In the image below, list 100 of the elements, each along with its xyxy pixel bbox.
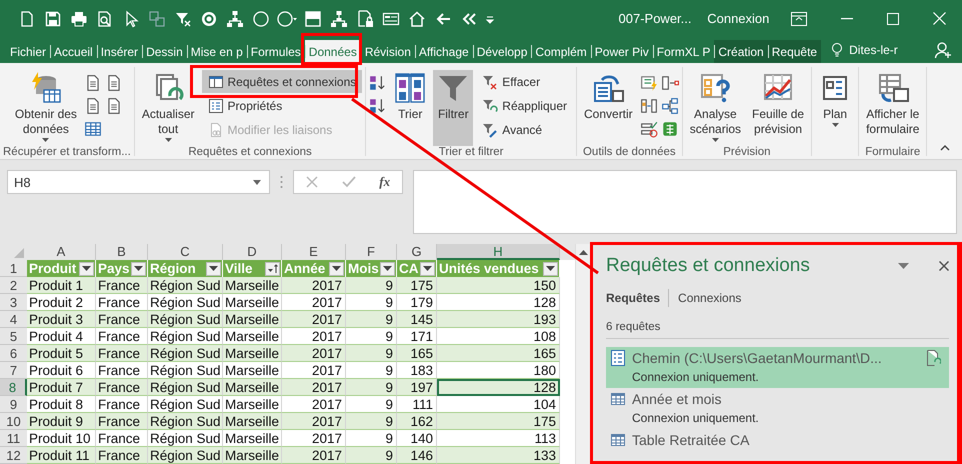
sort-filter-button[interactable] <box>265 262 280 276</box>
ribbon-button[interactable]: Effacer <box>476 70 573 93</box>
table-icon[interactable] <box>84 120 102 138</box>
ribbon-button[interactable]: Plan <box>815 70 856 146</box>
data-model-icon[interactable] <box>660 120 679 138</box>
column-header[interactable]: H <box>437 244 560 260</box>
table-cell: France <box>96 379 148 396</box>
scrollbar[interactable] <box>575 244 590 464</box>
ribbon-button[interactable]: Propriétés <box>202 94 362 117</box>
ribbon-tab[interactable]: Données <box>304 40 361 63</box>
rectangle-icon[interactable] <box>303 8 323 28</box>
row-header[interactable]: 7 <box>0 362 27 379</box>
flash-fill-icon[interactable] <box>640 74 658 92</box>
table-cell: 2017 <box>282 413 346 430</box>
row-header[interactable]: 1 <box>0 260 27 277</box>
row-header[interactable]: 3 <box>0 294 27 311</box>
ribbon-button[interactable]: Réappliquer <box>476 94 573 117</box>
close-icon[interactable] <box>939 261 949 271</box>
ribbon-tab[interactable]: Formules <box>246 40 305 63</box>
ribbon-button[interactable]: Analyse scénarios <box>686 70 746 146</box>
up-arrow-icon[interactable] <box>578 250 588 255</box>
row-header[interactable]: 11 <box>0 430 27 447</box>
ribbon-button[interactable]: Afficher le formulaire <box>862 70 924 146</box>
sort-icon[interactable] <box>369 97 388 115</box>
ribbon-tab[interactable]: Power Piv <box>590 40 653 63</box>
grip-icon[interactable] <box>280 175 283 189</box>
collapse-ribbon-icon[interactable] <box>940 145 950 151</box>
row-header[interactable]: 8 <box>0 379 27 396</box>
query-item[interactable]: Année et mois Connexion uniquement. <box>606 388 949 429</box>
table-cell: France <box>96 345 148 362</box>
ribbon-button[interactable]: Requêtes et connexions <box>202 70 362 93</box>
row-header[interactable]: 12 <box>0 447 27 464</box>
ribbon-button[interactable]: Feuille de prévision <box>748 70 808 146</box>
filter-button[interactable] <box>131 262 146 276</box>
hierarchy-icon[interactable] <box>329 8 349 28</box>
filter-button[interactable] <box>206 262 221 276</box>
ribbon-button[interactable]: Obtenir des données <box>10 70 81 146</box>
sort-icon[interactable] <box>369 74 388 92</box>
refresh-document-icon[interactable] <box>927 350 941 366</box>
filter-button[interactable] <box>329 262 344 276</box>
hierarchy-icon[interactable] <box>225 8 245 28</box>
name-box[interactable]: H8 <box>7 170 270 194</box>
filter-button[interactable] <box>380 262 395 276</box>
table-cell: 175 <box>437 413 560 430</box>
ribbon-button[interactable]: Convertir <box>580 70 637 146</box>
query-item[interactable]: Chemin (C:\Users\GaetanMourmant\D... Connexion uniquement. <box>606 347 949 388</box>
row-header[interactable]: 4 <box>0 311 27 328</box>
ribbon-tab[interactable]: Développ <box>472 40 532 63</box>
check-icon[interactable] <box>342 176 356 188</box>
caret-icon <box>164 138 172 142</box>
table-cell: Marseille <box>223 379 282 396</box>
relationship-icon[interactable] <box>660 97 679 115</box>
pane-tab[interactable]: Connexions <box>668 289 750 307</box>
ribbon-button[interactable]: Trier <box>390 70 430 146</box>
caret-icon <box>832 123 839 127</box>
row-header[interactable]: 9 <box>0 396 27 413</box>
database-icon <box>30 72 62 104</box>
ribbon-tab[interactable]: Mise en p <box>186 40 247 63</box>
ribbon-button[interactable]: Avancé <box>476 118 573 141</box>
formula-field[interactable] <box>413 170 957 234</box>
ribbon-tab[interactable]: Affichage <box>414 40 473 63</box>
table-cell: 9 <box>346 413 397 430</box>
ribbon-button[interactable]: Filtrer <box>433 70 474 146</box>
ribbon-display-icon[interactable] <box>791 12 807 26</box>
row-header[interactable]: 6 <box>0 345 27 362</box>
row-header[interactable]: 5 <box>0 328 27 345</box>
ribbon-tab[interactable]: Accueil <box>50 40 97 63</box>
maximize-icon[interactable] <box>887 12 899 24</box>
ribbon-tab[interactable]: Création <box>714 40 768 63</box>
merge-icon[interactable] <box>660 74 679 92</box>
row-header[interactable]: 2 <box>0 277 27 294</box>
filter-button[interactable] <box>79 262 94 276</box>
ribbon-tab[interactable]: Révision <box>360 40 415 63</box>
ribbon-tab[interactable]: FormXL P <box>652 40 714 63</box>
caret-icon[interactable] <box>898 263 909 269</box>
table-cell: 197 <box>397 379 437 396</box>
circle-icon[interactable] <box>251 8 271 28</box>
ribbon-tab[interactable]: Fichier <box>6 40 50 63</box>
minimize-icon[interactable] <box>841 18 853 20</box>
filter-button[interactable] <box>543 262 558 276</box>
table-cell: Région Sud <box>148 447 223 464</box>
caret-icon <box>712 138 719 142</box>
query-item[interactable]: Table Retraitée CA <box>606 429 949 452</box>
home-icon[interactable] <box>407 8 427 28</box>
ribbon-tab[interactable]: Insérer <box>96 40 142 63</box>
person-add-icon[interactable] <box>934 41 952 59</box>
ribbon-button[interactable]: Actualiser tout <box>138 70 199 146</box>
ribbon-tab[interactable]: Complém <box>531 40 591 63</box>
ribbon-tab[interactable]: Requête <box>768 40 822 63</box>
insert-function-button[interactable]: fx <box>379 174 390 190</box>
split-columns-icon[interactable] <box>640 97 658 115</box>
circle-dropdown-icon[interactable] <box>277 8 297 28</box>
row-header[interactable]: 10 <box>0 413 27 430</box>
query-name: Chemin (C:\Users\GaetanMourmant\D... <box>632 350 883 366</box>
validation-icon[interactable] <box>640 120 658 138</box>
table-cell: 133 <box>437 447 560 464</box>
tell-me-field[interactable]: Dites-le-r <box>827 37 902 63</box>
ribbon-tab[interactable]: Dessin <box>142 40 187 63</box>
pane-tab[interactable]: Requêtes <box>606 289 668 307</box>
filter-button[interactable] <box>420 262 435 276</box>
